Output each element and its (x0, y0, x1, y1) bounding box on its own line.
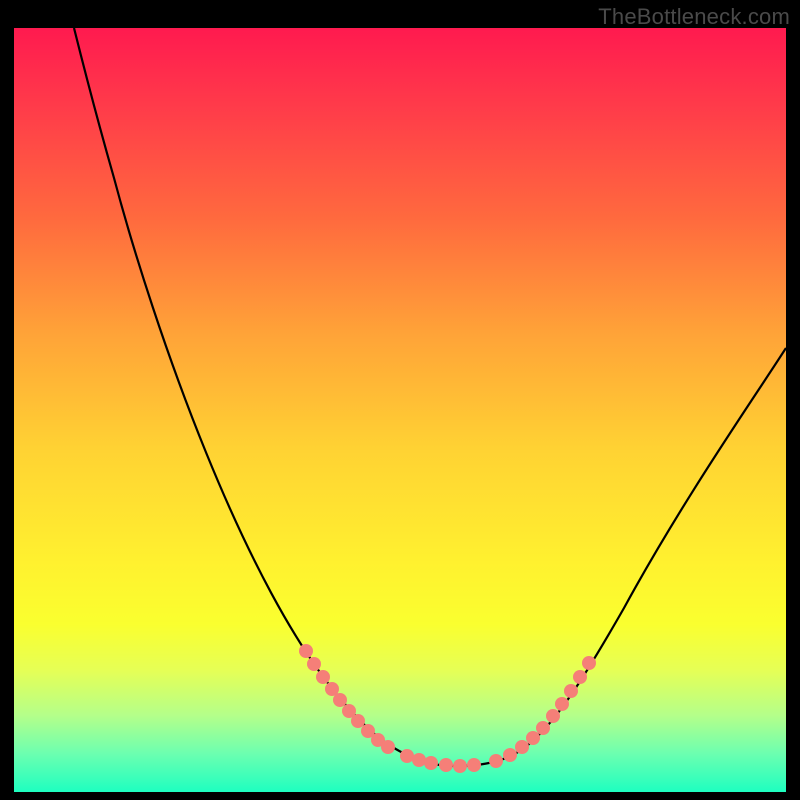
curve-marker (467, 758, 481, 772)
curve-marker (424, 756, 438, 770)
bottleneck-curve (14, 28, 786, 792)
curve-marker (333, 693, 347, 707)
chart-plot-area (14, 28, 786, 792)
curve-path (74, 28, 786, 766)
curve-marker (381, 740, 395, 754)
curve-marker (573, 670, 587, 684)
curve-marker (564, 684, 578, 698)
curve-marker (351, 714, 365, 728)
curve-marker (555, 697, 569, 711)
curve-marker (400, 749, 414, 763)
curve-marker (299, 644, 313, 658)
curve-marker (453, 759, 467, 773)
curve-marker (412, 753, 426, 767)
curve-marker (316, 670, 330, 684)
curve-marker (503, 748, 517, 762)
curve-marker (546, 709, 560, 723)
curve-marker (307, 657, 321, 671)
curve-marker (515, 740, 529, 754)
attribution-text: TheBottleneck.com (598, 4, 790, 30)
curve-marker (526, 731, 540, 745)
curve-marker (582, 656, 596, 670)
curve-marker (439, 758, 453, 772)
curve-marker (489, 754, 503, 768)
curve-marker (536, 721, 550, 735)
